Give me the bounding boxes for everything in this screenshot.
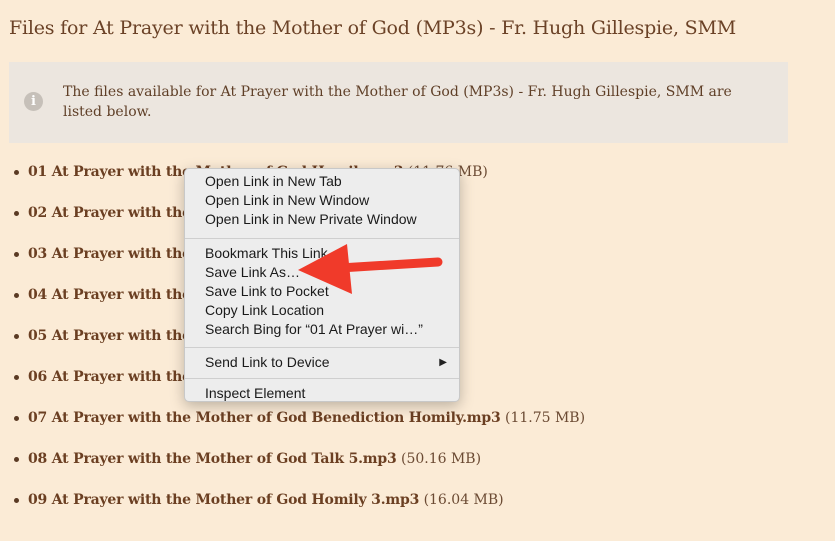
bullet bbox=[14, 334, 19, 339]
menu-item-search-bing[interactable]: Search Bing for “01 At Prayer wi…” bbox=[185, 320, 459, 339]
file-link-04[interactable]: 04 At Prayer with the bbox=[28, 287, 191, 303]
file-link-09[interactable]: 09 At Prayer with the Mother of God Homi… bbox=[28, 492, 419, 508]
bullet bbox=[14, 416, 19, 421]
bullet bbox=[14, 498, 19, 503]
menu-item-bookmark-link[interactable]: Bookmark This Link bbox=[185, 244, 459, 263]
bullet bbox=[14, 170, 19, 175]
menu-item-save-link-as[interactable]: Save Link As… bbox=[185, 263, 459, 282]
bullet bbox=[14, 252, 19, 257]
menu-item-copy-link-location[interactable]: Copy Link Location bbox=[185, 301, 459, 320]
menu-separator bbox=[185, 378, 459, 379]
page-title: Files for At Prayer with the Mother of G… bbox=[9, 17, 736, 39]
list-item: 07 At Prayer with the Mother of God Bene… bbox=[14, 406, 585, 447]
menu-item-inspect-element[interactable]: Inspect Element bbox=[185, 384, 459, 403]
menu-group-open: Open Link in New Tab Open Link in New Wi… bbox=[185, 169, 459, 232]
list-item: 09 At Prayer with the Mother of God Homi… bbox=[14, 488, 585, 529]
info-box: i The files available for At Prayer with… bbox=[9, 62, 788, 143]
bullet bbox=[14, 457, 19, 462]
info-text: The files available for At Prayer with t… bbox=[63, 84, 732, 120]
menu-item-label: Send Link to Device bbox=[205, 354, 330, 370]
file-size: (50.16 MB) bbox=[400, 451, 482, 467]
menu-item-open-private-window[interactable]: Open Link in New Private Window bbox=[185, 210, 459, 229]
bullet bbox=[14, 211, 19, 216]
bullet bbox=[14, 293, 19, 298]
file-size: (16.04 MB) bbox=[423, 492, 504, 508]
menu-item-open-new-window[interactable]: Open Link in New Window bbox=[185, 191, 459, 210]
list-item: 08 At Prayer with the Mother of God Talk… bbox=[14, 447, 585, 488]
menu-separator bbox=[185, 238, 459, 239]
menu-item-open-new-tab[interactable]: Open Link in New Tab bbox=[185, 172, 459, 191]
file-link-06[interactable]: 06 At Prayer with the bbox=[28, 369, 191, 385]
file-link-07[interactable]: 07 At Prayer with the Mother of God Bene… bbox=[28, 410, 501, 426]
menu-item-send-to-device[interactable]: Send Link to Device ▶ bbox=[185, 353, 459, 372]
bullet bbox=[14, 375, 19, 380]
file-link-03[interactable]: 03 At Prayer with the bbox=[28, 246, 191, 262]
file-link-05[interactable]: 05 At Prayer with the bbox=[28, 328, 191, 344]
menu-group-link: Bookmark This Link Save Link As… Save Li… bbox=[185, 244, 459, 342]
context-menu: Open Link in New Tab Open Link in New Wi… bbox=[184, 168, 460, 402]
file-link-08[interactable]: 08 At Prayer with the Mother of God Talk… bbox=[28, 451, 397, 467]
menu-item-save-to-pocket[interactable]: Save Link to Pocket bbox=[185, 282, 459, 301]
file-link-02[interactable]: 02 At Prayer with the bbox=[28, 205, 191, 221]
file-size: (11.75 MB) bbox=[504, 410, 586, 426]
menu-separator bbox=[185, 347, 459, 348]
menu-group-device: Send Link to Device ▶ bbox=[185, 353, 459, 372]
submenu-arrow-icon: ▶ bbox=[439, 357, 447, 368]
menu-group-inspect: Inspect Element bbox=[185, 384, 459, 406]
info-icon: i bbox=[24, 92, 43, 111]
